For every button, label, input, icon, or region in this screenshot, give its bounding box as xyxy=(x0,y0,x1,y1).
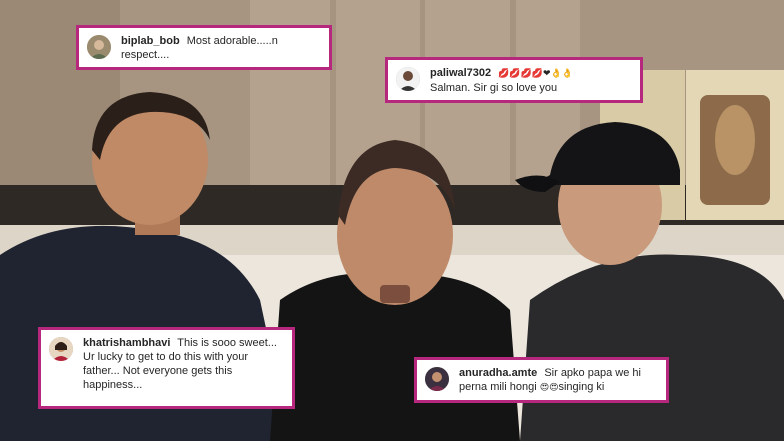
comment-body: Salman. Sir gi so love you xyxy=(430,82,558,94)
comment-username[interactable]: khatrishambhavi xyxy=(83,337,170,349)
profile-avatar[interactable] xyxy=(49,337,73,361)
comment-text-block: anuradha.amte Sir apko papa we hi perna … xyxy=(459,366,658,395)
comment-username[interactable]: biplab_bob xyxy=(121,35,180,47)
profile-avatar[interactable] xyxy=(396,67,420,91)
comment-text-block: paliwal7302 💋💋💋💋❤👌👌 Salman. Sir gi so lo… xyxy=(430,66,632,95)
comment-card: biplab_bob Most adorable.....n respect..… xyxy=(76,25,332,70)
comment-card: khatrishambhavi This is sooo sweet... Ur… xyxy=(38,327,295,409)
comment-username[interactable]: anuradha.amte xyxy=(459,367,537,379)
comment-card: paliwal7302 💋💋💋💋❤👌👌 Salman. Sir gi so lo… xyxy=(385,57,643,103)
comment-text-block: biplab_bob Most adorable.....n respect..… xyxy=(121,34,321,62)
profile-avatar[interactable] xyxy=(425,367,449,391)
comment-emojis: 💋💋💋💋❤👌👌 xyxy=(498,69,573,79)
comment-text-block: khatrishambhavi This is sooo sweet... Ur… xyxy=(83,336,284,392)
comment-card: anuradha.amte Sir apko papa we hi perna … xyxy=(414,357,669,403)
profile-avatar[interactable] xyxy=(87,35,111,59)
comment-username[interactable]: paliwal7302 xyxy=(430,67,491,79)
comment-emojis: 😍😍 xyxy=(539,383,559,393)
comment-body-tail: singing ki xyxy=(558,381,605,393)
